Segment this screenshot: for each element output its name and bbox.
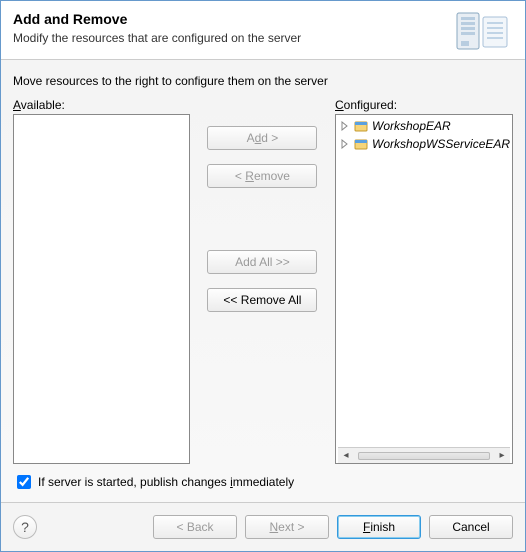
available-listbox[interactable] [13, 114, 190, 464]
finish-button[interactable]: Finish [337, 515, 421, 539]
ear-module-icon [354, 119, 368, 133]
instructions-text: Move resources to the right to configure… [13, 74, 513, 88]
horizontal-scrollbar[interactable]: ◂ ▸ [338, 447, 510, 463]
back-button[interactable]: < Back [153, 515, 237, 539]
cancel-button[interactable]: Cancel [429, 515, 513, 539]
dialog-footer: ? < Back Next > Finish Cancel [1, 502, 525, 551]
ear-module-icon [354, 137, 368, 151]
remove-all-button[interactable]: << Remove All [207, 288, 317, 312]
expand-caret-icon[interactable] [340, 121, 350, 131]
dialog-body: Move resources to the right to configure… [1, 60, 525, 502]
next-button[interactable]: Next > [245, 515, 329, 539]
configured-listbox[interactable]: WorkshopEAR WorkshopWSServiceEAR ◂ [335, 114, 513, 464]
server-config-icon [453, 11, 513, 51]
expand-caret-icon[interactable] [340, 139, 350, 149]
remove-button[interactable]: < Remove [207, 164, 317, 188]
add-all-button[interactable]: Add All >> [207, 250, 317, 274]
configured-label: Configured: [335, 98, 513, 112]
tree-item[interactable]: WorkshopWSServiceEAR [338, 135, 510, 153]
help-icon[interactable]: ? [13, 515, 37, 539]
add-button[interactable]: Add > [207, 126, 317, 150]
tree-item-label: WorkshopEAR [372, 119, 451, 133]
tree-item[interactable]: WorkshopEAR [338, 117, 510, 135]
scroll-right-arrow-icon[interactable]: ▸ [496, 450, 508, 462]
dialog-title: Add and Remove [13, 11, 453, 27]
dialog-header: Add and Remove Modify the resources that… [1, 1, 525, 60]
dialog-subtitle: Modify the resources that are configured… [13, 31, 453, 45]
publish-immediately-label: If server is started, publish changes im… [38, 475, 294, 489]
scroll-left-arrow-icon[interactable]: ◂ [340, 450, 352, 462]
scroll-thumb[interactable] [358, 452, 490, 460]
available-label: Available: [13, 98, 190, 112]
publish-immediately-checkbox[interactable] [17, 475, 31, 489]
tree-item-label: WorkshopWSServiceEAR [372, 137, 510, 151]
